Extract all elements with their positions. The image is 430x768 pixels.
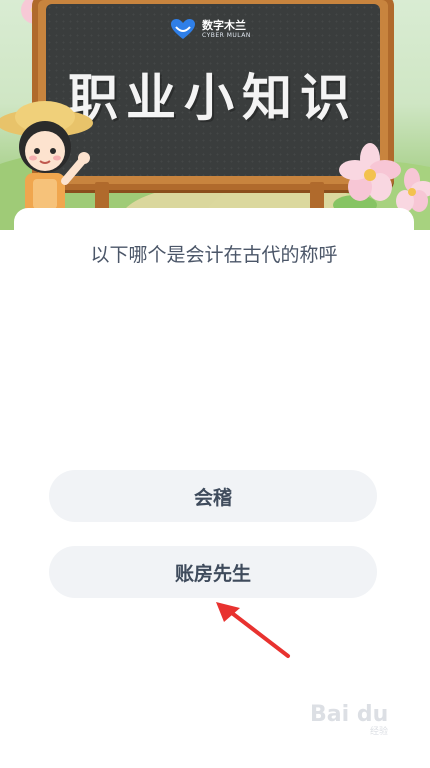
heart-logo-icon — [171, 19, 195, 39]
logo-name-en: CYBER MULAN — [202, 31, 251, 39]
answer-option-2[interactable]: 账房先生 — [49, 546, 377, 598]
mascot-girl-illustration — [0, 101, 93, 215]
answer-option-1[interactable]: 会稽 — [49, 470, 377, 522]
app-logo: 数字木兰 CYBER MULAN — [170, 18, 251, 40]
baidu-jingyan-watermark: Bai du 经验 — [310, 702, 420, 738]
quiz-question: 以下哪个是会计在古代的称呼 — [90, 244, 338, 266]
watermark-sub: 经验 — [370, 727, 389, 737]
red-arrow-annotation-icon — [216, 602, 290, 658]
header-banner: 数字木兰 CYBER MULAN 职业小知识 — [0, 0, 430, 230]
logo-name-cn: 数字木兰 — [202, 18, 246, 32]
